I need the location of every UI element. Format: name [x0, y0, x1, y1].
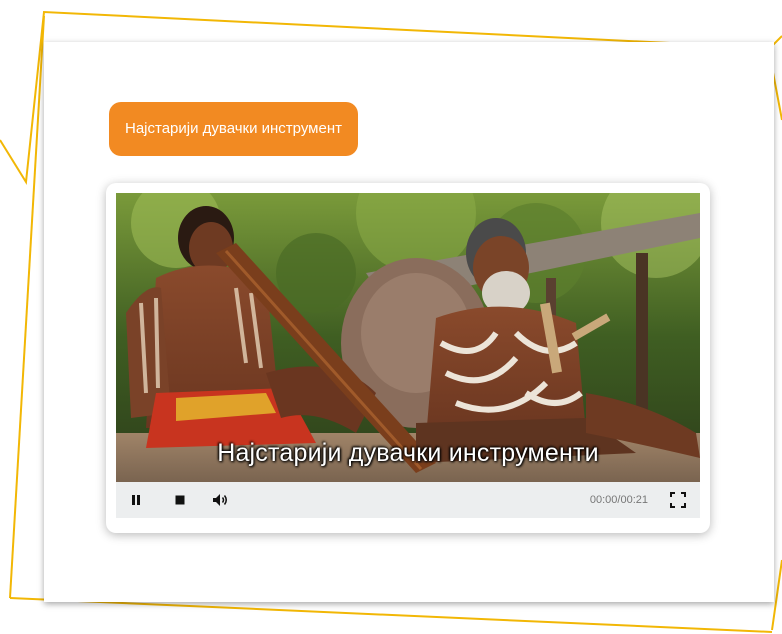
- fullscreen-icon: [670, 492, 686, 508]
- fullscreen-button[interactable]: [664, 482, 692, 518]
- time-display: 00:00/00:21: [589, 494, 648, 506]
- stop-icon: [175, 495, 185, 505]
- content-card: Најстарији дувачки инструмент Најстарији…: [44, 42, 774, 602]
- player-controls-bar: 00:00/00:21: [116, 482, 700, 518]
- page: Најстарији дувачки инструмент Најстарији…: [0, 0, 782, 634]
- pause-icon: [132, 495, 140, 505]
- stop-button[interactable]: [166, 482, 194, 518]
- volume-button[interactable]: [206, 482, 236, 518]
- pause-button[interactable]: [122, 482, 150, 518]
- video-frame[interactable]: Најстарији дувачки инструменти: [116, 193, 700, 482]
- video-subtitle: Најстарији дувачки инструменти: [217, 439, 599, 467]
- lesson-title: Најстарији дувачки инструмент: [109, 102, 358, 156]
- video-player: Најстарији дувачки инструменти 00:00/00:…: [106, 183, 710, 533]
- volume-icon: [213, 494, 227, 506]
